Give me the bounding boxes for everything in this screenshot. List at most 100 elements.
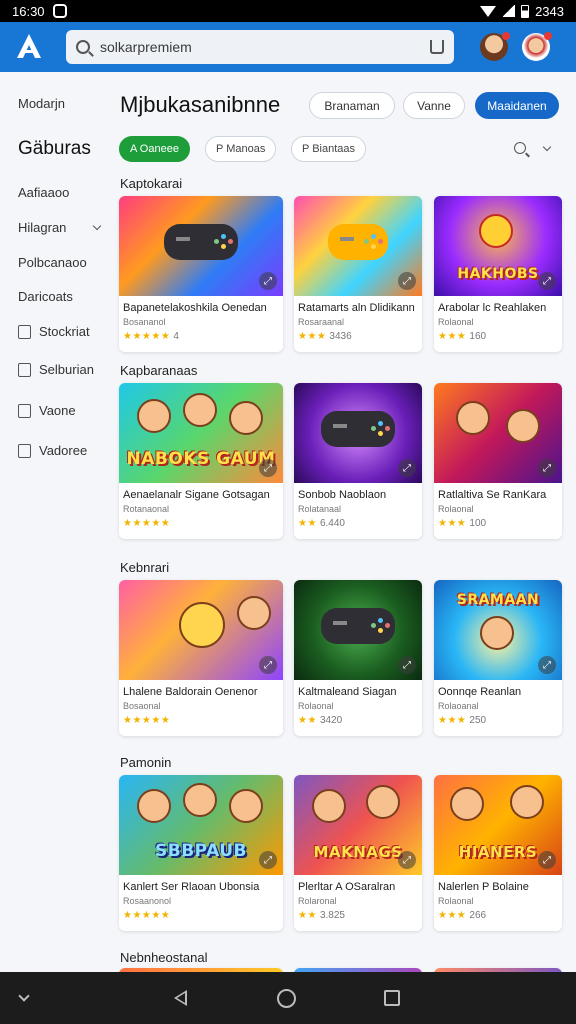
sidebar-item-6[interactable]: Stockriat <box>18 324 90 339</box>
sidebar-item-7[interactable]: Selburian <box>18 362 94 377</box>
card-title: Plerltar A OSaralran <box>298 881 396 893</box>
game-card[interactable]: ⤢ Kaltmaleand Siagan Rolaonal ★★ 3420 <box>294 580 422 736</box>
expand-icon[interactable]: ⤢ <box>259 851 277 869</box>
back-icon[interactable] <box>174 990 187 1006</box>
sidebar-item-label: Daricoats <box>18 289 73 304</box>
expand-icon[interactable]: ⤢ <box>398 851 416 869</box>
chevron-down-icon <box>93 221 102 230</box>
game-card[interactable]: ⤢ Sonbob Naoblaon Rolatanaal ★★ 6.440 <box>294 383 422 539</box>
card-rating: ★★★ 266 <box>438 910 486 921</box>
sidebar-item-label: Hilagran <box>18 220 67 235</box>
card-subtitle: Rosaraanal <box>298 317 345 327</box>
game-thumbnail: ⤢ <box>119 196 283 296</box>
character-icon <box>237 596 271 630</box>
rating-value: 100 <box>469 518 487 529</box>
chip-biantaas[interactable]: P Biantaas <box>291 136 367 162</box>
game-card[interactable]: ⤢ Ratlaltiva Se RanKara Rolaonal ★★★ 100 <box>434 383 562 539</box>
search-input[interactable] <box>100 39 420 55</box>
notification-icon <box>52 4 67 18</box>
card-title: Kanlert Ser Rlaoan Ubonsia <box>123 881 260 893</box>
branaman-button[interactable]: Branaman <box>309 92 395 119</box>
expand-icon[interactable]: ⤢ <box>398 656 416 674</box>
star-icon: ★★★ <box>298 331 327 342</box>
notification-dot <box>502 32 510 40</box>
game-thumbnail: HIANERS ⤢ <box>434 775 562 875</box>
game-card[interactable]: HAKHOBS ⤢ Arabolar lc Reahlaken Rolaonal… <box>434 196 562 352</box>
character-icon <box>480 616 514 650</box>
section-title: Kapbaranaas <box>120 363 198 378</box>
expand-icon[interactable]: ⤢ <box>538 272 556 290</box>
search-icon[interactable] <box>514 142 526 154</box>
game-card[interactable]: NABOKS GAUM ⤢ Aenaelanalr Sigane Gotsaga… <box>119 383 283 539</box>
sidebar-item-1[interactable]: Gäburas <box>18 138 91 160</box>
recent-apps-icon[interactable] <box>384 990 400 1006</box>
chip-manoas[interactable]: P Manoas <box>205 136 277 162</box>
sidebar-item-2[interactable]: Aafiaaoo <box>18 185 69 200</box>
profile-avatar[interactable] <box>522 32 552 61</box>
chevron-down-icon[interactable] <box>18 990 30 1002</box>
system-nav-bar <box>0 972 576 1024</box>
battery-text: 2343 <box>535 3 564 19</box>
game-card[interactable]: SBBPAUB ⤢ Kanlert Ser Rlaoan Ubonsia Ros… <box>119 775 283 931</box>
sidebar-item-0[interactable]: Modarjn <box>18 96 65 111</box>
expand-icon[interactable]: ⤢ <box>538 459 556 477</box>
expand-icon[interactable]: ⤢ <box>398 459 416 477</box>
rating-value: 3436 <box>329 331 352 342</box>
page-title: Mjbukasanibnne <box>120 92 281 117</box>
maaidanen-button[interactable]: Maaidanen <box>475 92 559 119</box>
app-bar <box>0 22 576 72</box>
section-title: Kaptokarai <box>120 176 183 191</box>
expand-icon[interactable]: ⤢ <box>259 459 277 477</box>
game-card[interactable]: ⤢ Ratamarts aln Dlidikann Rosaraanal ★★★… <box>294 196 422 352</box>
search-bar[interactable] <box>66 30 454 64</box>
sidebar-item-label: Vadoree <box>39 443 88 458</box>
star-icon: ★★★★★ <box>123 715 171 726</box>
rating-value: 4 <box>173 331 179 342</box>
card-subtitle: Rolaronal <box>298 896 337 906</box>
game-thumbnail: ⤢ <box>294 196 422 296</box>
game-card[interactable]: ⤢ Lhalene Baldorain Oenenor Bosaonal ★★★… <box>119 580 283 736</box>
card-title: Bapanetelakoshkila Oenedan <box>123 302 267 314</box>
star-icon: ★★★★★ <box>123 910 171 921</box>
card-subtitle: Bosananol <box>123 317 166 327</box>
star-icon: ★★★ <box>438 518 467 529</box>
chip-oaneee[interactable]: A Oaneee <box>119 136 190 162</box>
rating-value: 3.825 <box>319 910 345 921</box>
share-icon[interactable] <box>430 40 444 54</box>
expand-icon[interactable]: ⤢ <box>259 656 277 674</box>
document-icon <box>18 362 31 377</box>
section-title: Pamonin <box>120 755 172 770</box>
game-card[interactable]: SRAMAAN ⤢ Oonnqe Reanlan Rolaoanal ★★★ 2… <box>434 580 562 736</box>
vanne-button[interactable]: Vanne <box>403 92 465 119</box>
card-title: Lhalene Baldorain Oenenor <box>123 686 258 698</box>
game-card[interactable]: HIANERS ⤢ Nalerlen P Bolaine Rolaonal ★★… <box>434 775 562 931</box>
expand-icon[interactable]: ⤢ <box>538 656 556 674</box>
sidebar-item-4[interactable]: Polbcanaoo <box>18 255 87 270</box>
signal-icon <box>502 5 516 17</box>
chevron-down-icon[interactable] <box>542 142 552 152</box>
card-rating: ★★ 3420 <box>298 715 342 726</box>
card-subtitle: Rolaonal <box>438 504 474 514</box>
expand-icon[interactable]: ⤢ <box>259 272 277 290</box>
game-card[interactable]: MAKNAGS ⤢ Plerltar A OSaralran Rolaronal… <box>294 775 422 931</box>
sidebar-item-9[interactable]: Vadoree <box>18 443 87 458</box>
sidebar-item-label: Stockriat <box>39 324 90 339</box>
expand-icon[interactable]: ⤢ <box>538 851 556 869</box>
avatar[interactable] <box>480 32 510 61</box>
notification-dot <box>544 32 552 40</box>
character-icon <box>179 602 225 648</box>
home-icon[interactable] <box>277 989 296 1008</box>
expand-icon[interactable]: ⤢ <box>398 272 416 290</box>
app-logo-icon[interactable] <box>12 30 46 64</box>
sidebar-item-5[interactable]: Daricoats <box>18 289 73 304</box>
sidebar-item-8[interactable]: Vaone <box>18 403 76 418</box>
search-icon <box>76 40 90 54</box>
game-card[interactable]: ⤢ Bapanetelakoshkila Oenedan Bosananol ★… <box>119 196 283 352</box>
sidebar-item-label: Aafiaaoo <box>18 185 70 200</box>
game-thumbnail: MAKNAGS ⤢ <box>294 775 422 875</box>
rating-value: 160 <box>469 331 487 342</box>
section-title: Nebnheostanal <box>120 950 208 965</box>
card-subtitle: Rolaoanal <box>438 701 479 711</box>
card-title: Arabolar lc Reahlaken <box>438 302 547 314</box>
sidebar-item-3[interactable]: Hilagran <box>18 220 102 235</box>
